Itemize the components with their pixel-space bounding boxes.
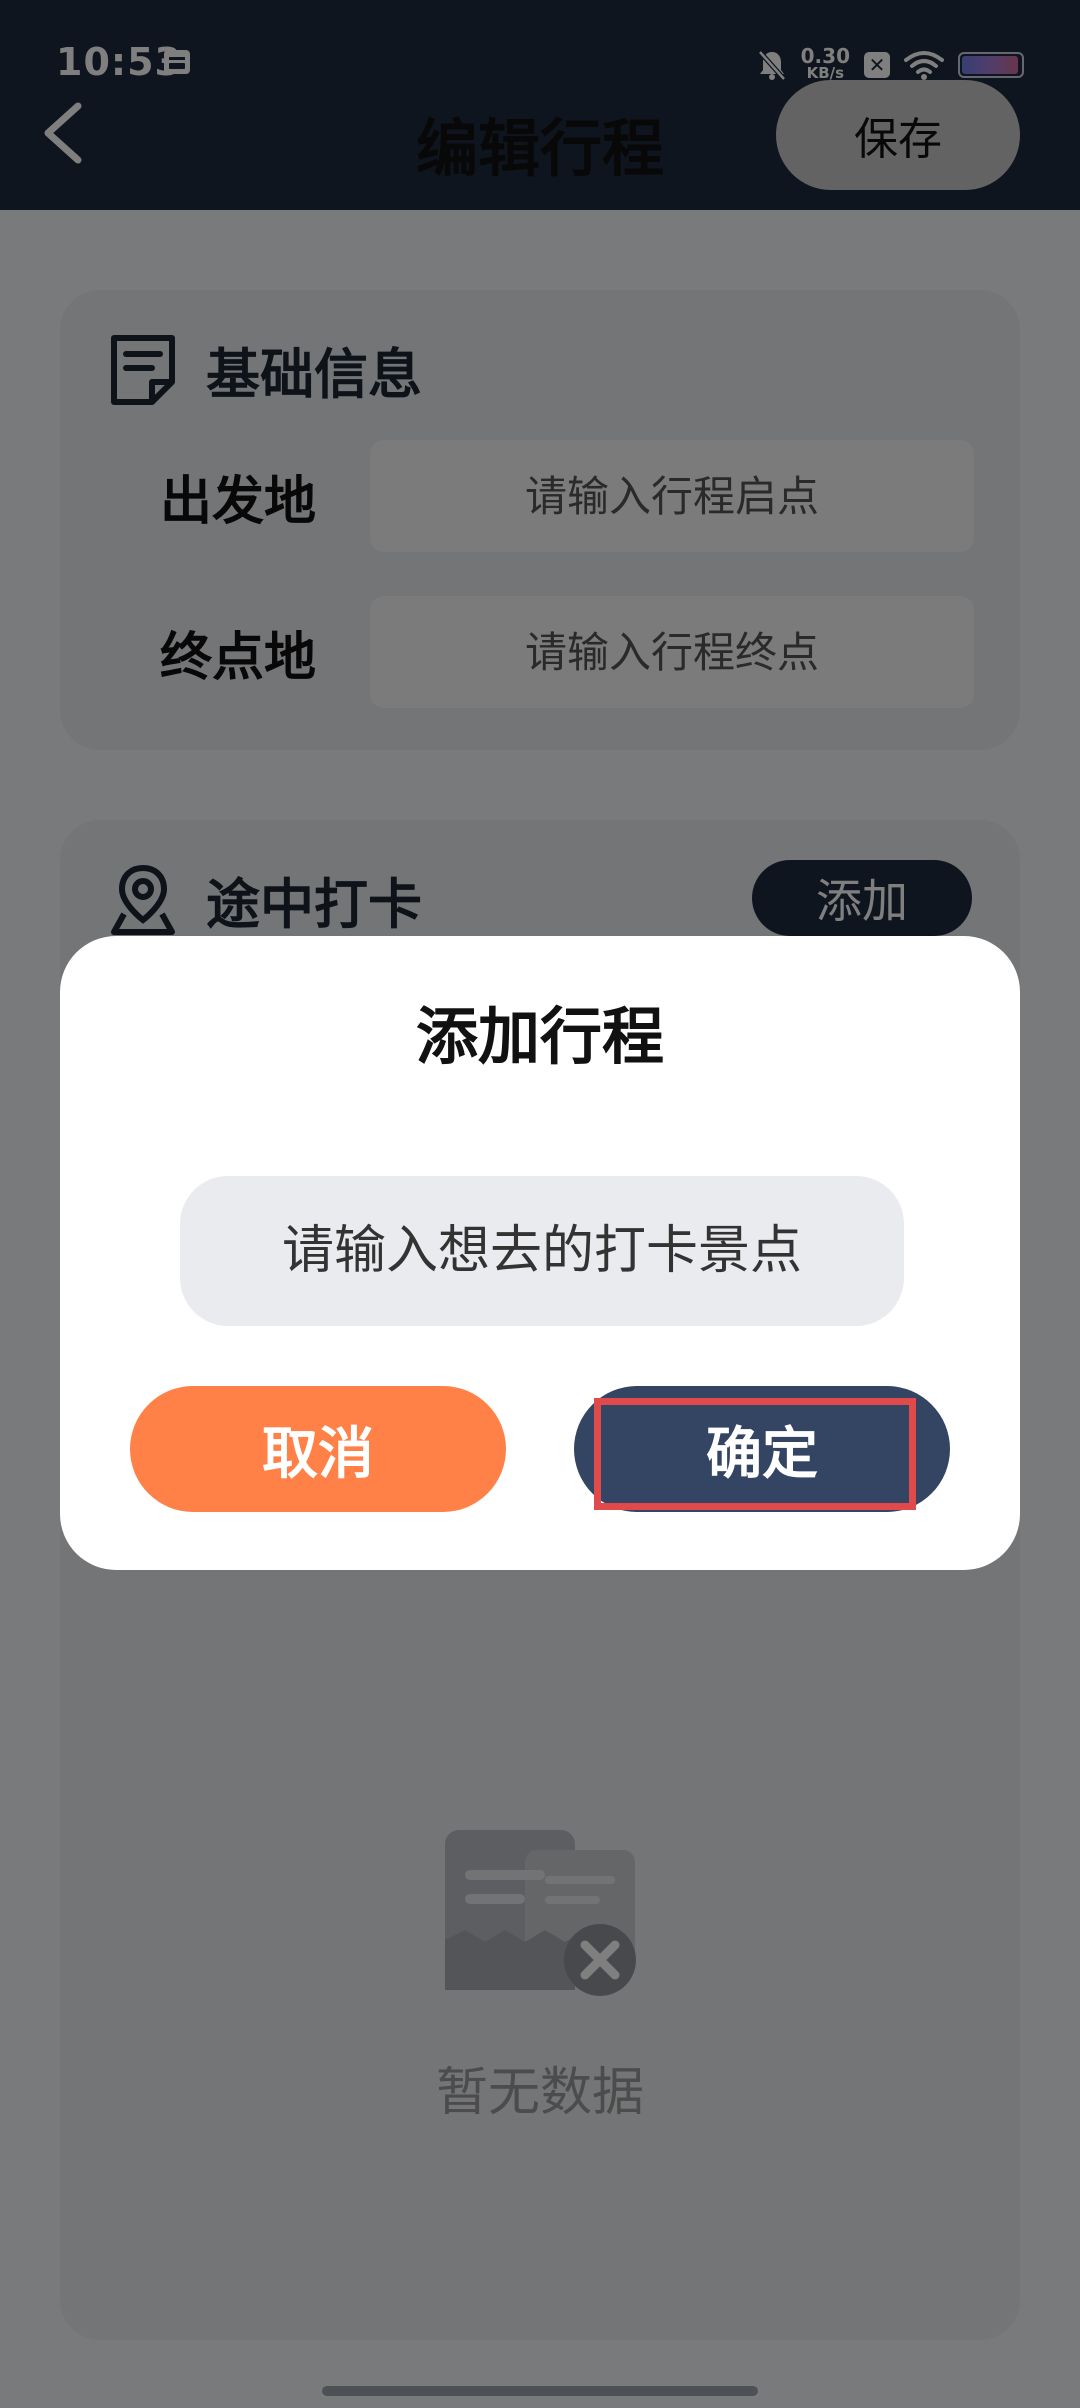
cancel-button[interactable]: 取消 bbox=[130, 1386, 506, 1512]
confirm-button[interactable]: 确定 bbox=[574, 1386, 950, 1512]
spot-input[interactable] bbox=[180, 1176, 904, 1326]
dialog-title: 添加行程 bbox=[415, 1000, 664, 1073]
add-trip-dialog: 添加行程 取消 确定 bbox=[60, 936, 1020, 1570]
